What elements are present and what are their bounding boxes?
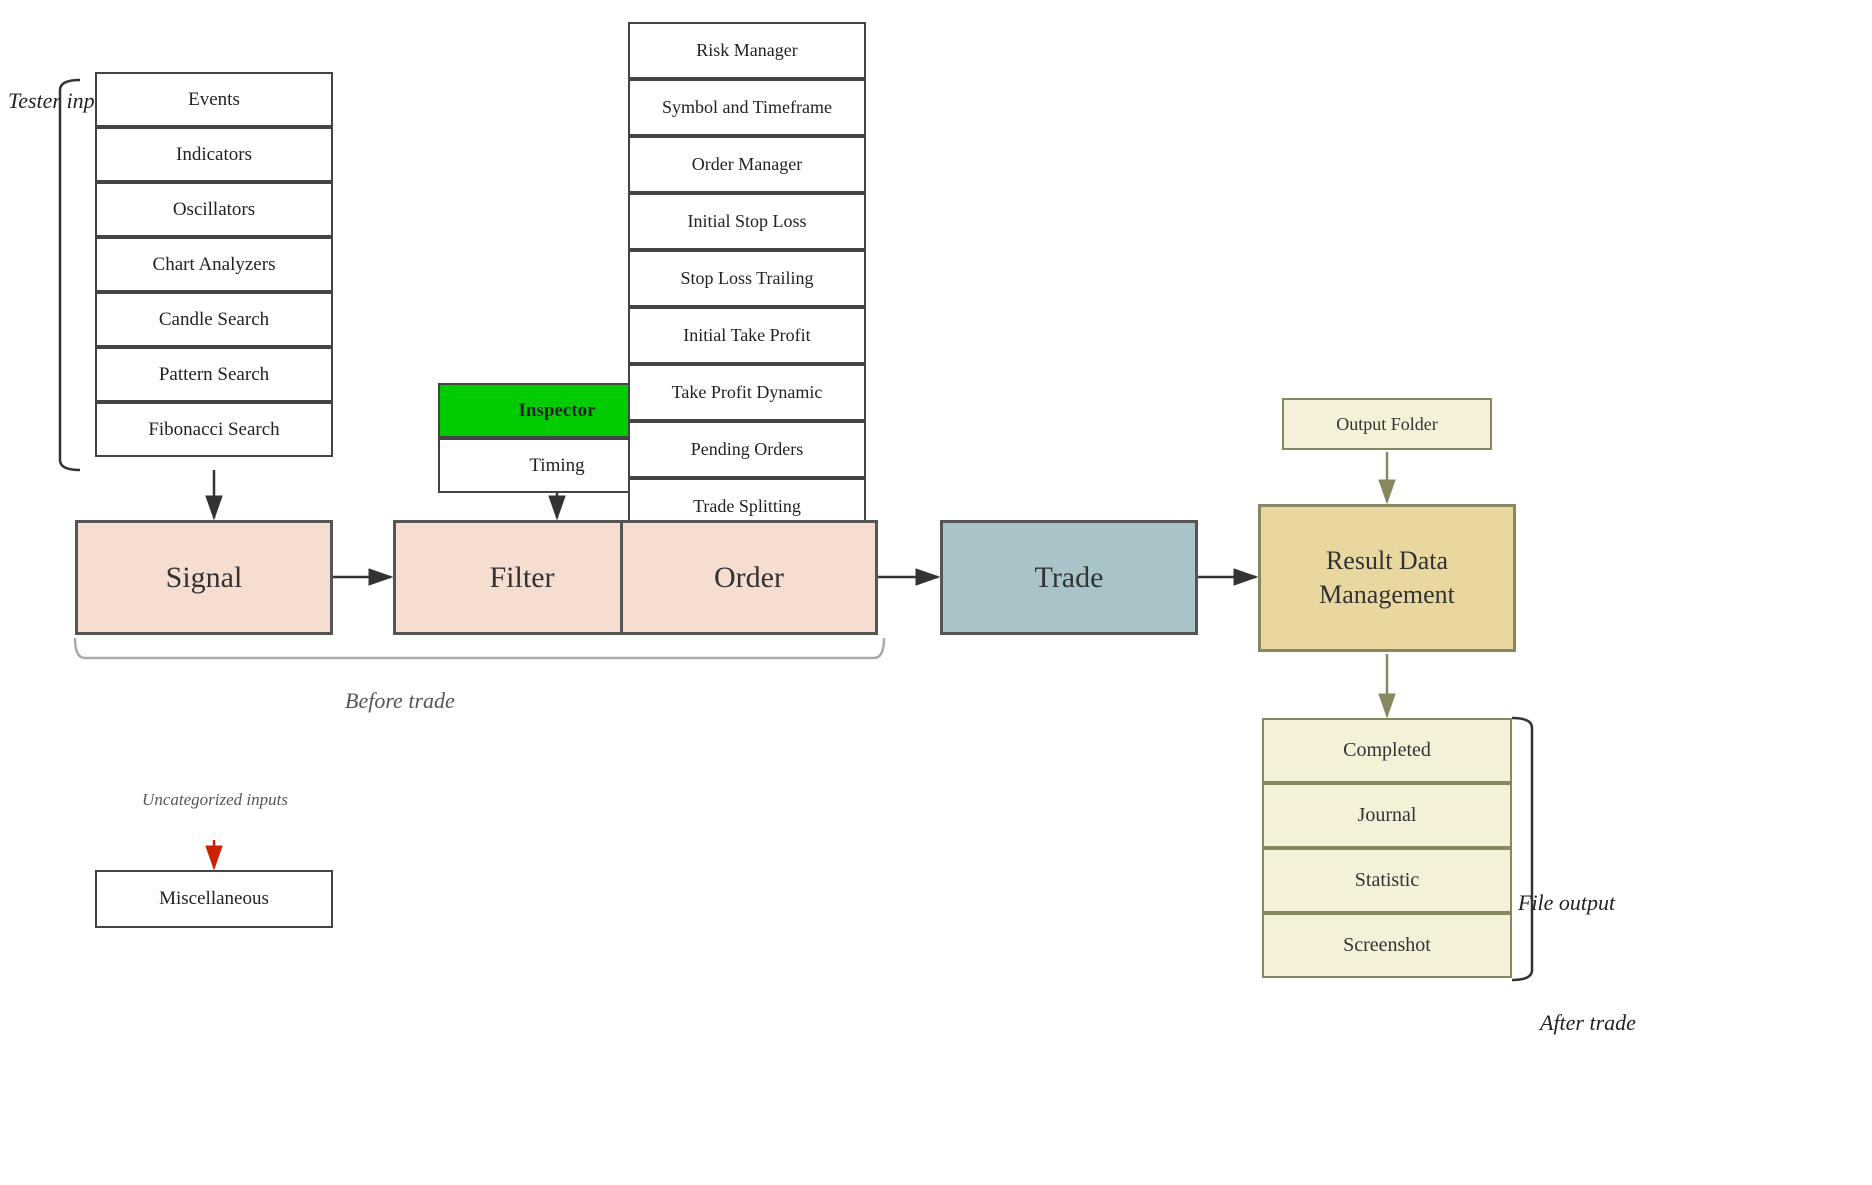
signal-input-indicators: Indicators (95, 127, 333, 182)
before-trade-label: Before trade (345, 688, 455, 714)
signal-input-events: Events (95, 72, 333, 127)
after-trade-label: After trade (1540, 1010, 1636, 1036)
misc-box: Miscellaneous (95, 870, 333, 928)
order-input-risk-manager: Risk Manager (628, 22, 866, 79)
uncategorized-label: Uncategorized inputs (120, 790, 310, 810)
signal-input-chart-analyzers: Chart Analyzers (95, 237, 333, 292)
order-input-initial-stop-loss: Initial Stop Loss (628, 193, 866, 250)
result-label: Result DataManagement (1319, 544, 1455, 612)
signal-inputs-group: Events Indicators Oscillators Chart Anal… (95, 72, 333, 457)
order-input-pending-orders: Pending Orders (628, 421, 866, 478)
signal-input-candle-search: Candle Search (95, 292, 333, 347)
order-input-stop-loss-trailing: Stop Loss Trailing (628, 250, 866, 307)
signal-input-fibonacci-search: Fibonacci Search (95, 402, 333, 457)
order-input-symbol-timeframe: Symbol and Timeframe (628, 79, 866, 136)
order-input-order-manager: Order Manager (628, 136, 866, 193)
flow-box-order: Order (620, 520, 878, 635)
file-output-completed: Completed (1262, 718, 1512, 783)
signal-input-oscillators: Oscillators (95, 182, 333, 237)
signal-input-pattern-search: Pattern Search (95, 347, 333, 402)
output-folder-box: Output Folder (1282, 398, 1492, 450)
flow-box-trade: Trade (940, 520, 1198, 635)
order-inputs-group: Risk Manager Symbol and Timeframe Order … (628, 22, 866, 535)
file-output-boxes: Completed Journal Statistic Screenshot (1262, 718, 1512, 978)
order-input-initial-take-profit: Initial Take Profit (628, 307, 866, 364)
file-output-label: File output (1518, 890, 1615, 916)
flow-box-filter: Filter (393, 520, 651, 635)
order-input-take-profit-dynamic: Take Profit Dynamic (628, 364, 866, 421)
file-output-screenshot: Screenshot (1262, 913, 1512, 978)
diagram: Tester input Events Indicators Oscillato… (0, 0, 1872, 1185)
file-output-statistic: Statistic (1262, 848, 1512, 913)
flow-box-signal: Signal (75, 520, 333, 635)
flow-box-result: Result DataManagement (1258, 504, 1516, 652)
file-output-journal: Journal (1262, 783, 1512, 848)
